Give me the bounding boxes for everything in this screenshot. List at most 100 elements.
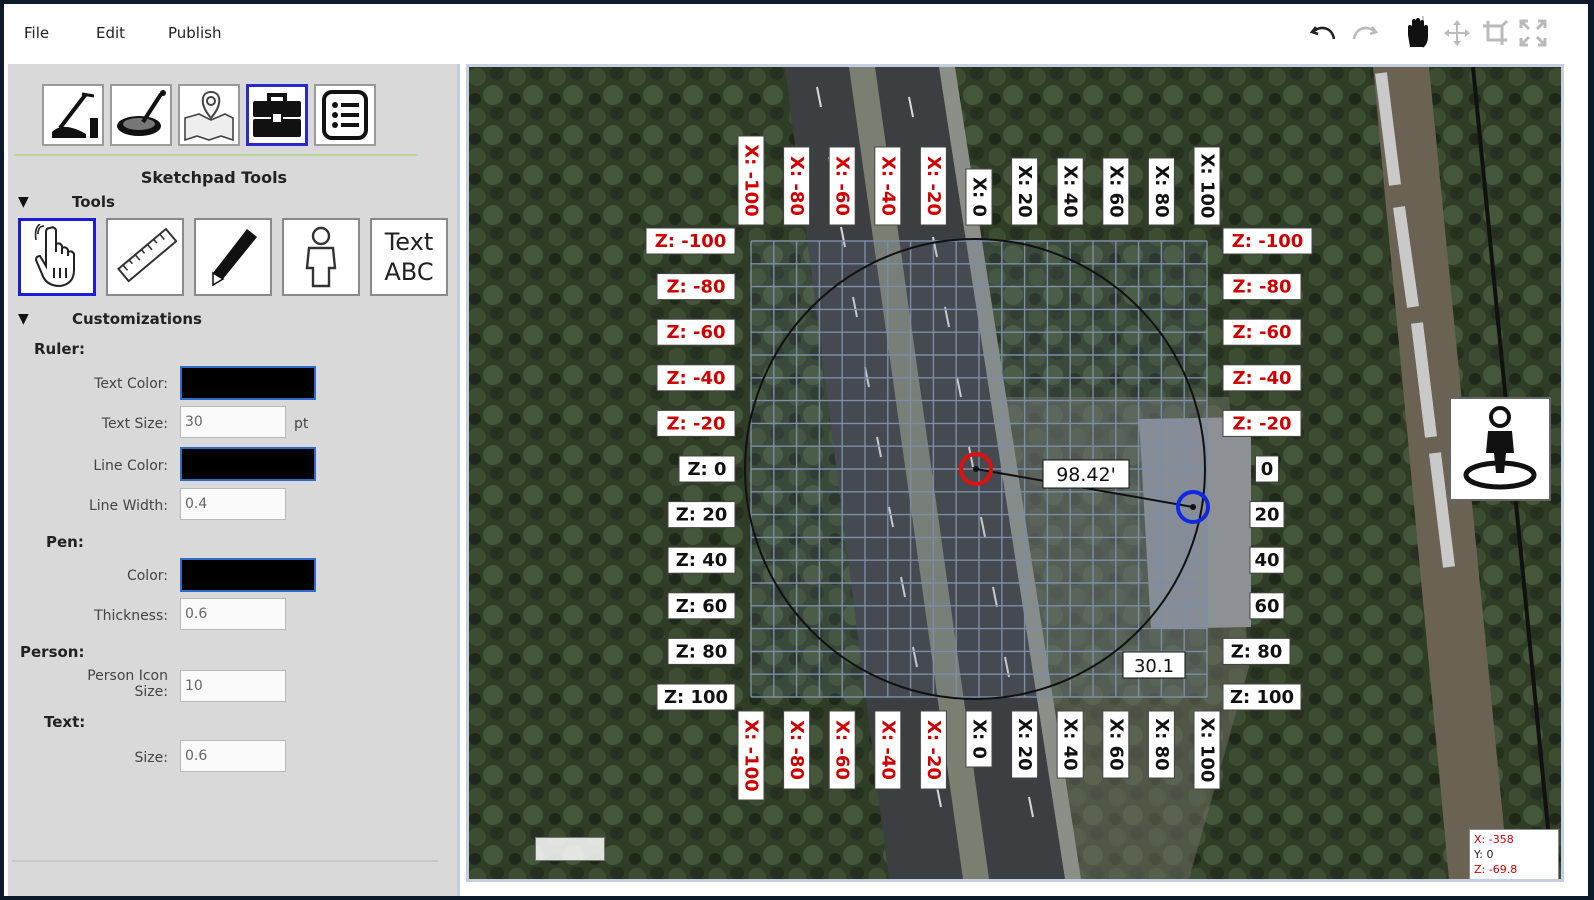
x-axis-label-top: X: -60 — [828, 146, 856, 226]
x-axis-label-top: X: 0 — [965, 168, 993, 226]
svg-text:X: -20: X: -20 — [923, 720, 944, 780]
evidence-marker-icon[interactable] — [110, 84, 172, 146]
z-axis-label-right: Z: -60 — [1222, 318, 1302, 346]
svg-text:Z: -100: Z: -100 — [1232, 231, 1304, 252]
panel-bottom-divider — [12, 860, 438, 862]
svg-text:Z: 60: Z: 60 — [676, 596, 728, 617]
x-axis-label-bottom: X: -60 — [828, 710, 856, 790]
menu-bar: File Edit Publish — [4, 4, 1588, 60]
z-axis-label-right: Z: 80 — [1222, 637, 1291, 665]
hand-pan-icon[interactable] — [1402, 18, 1432, 48]
person-group-label: Person: — [20, 643, 85, 661]
x-axis-label-top: X: 20 — [1011, 157, 1039, 226]
map-pin-icon[interactable] — [178, 84, 240, 146]
svg-text:20: 20 — [1254, 505, 1279, 526]
text-group-label: Text: — [44, 713, 86, 731]
fullscreen-icon[interactable] — [1518, 18, 1548, 48]
pen-color-swatch[interactable] — [180, 558, 316, 592]
svg-text:X: 20: X: 20 — [1014, 718, 1035, 770]
z-axis-label-right: Z: -80 — [1222, 273, 1302, 301]
svg-text:X: 60: X: 60 — [1105, 718, 1126, 770]
svg-text:X: 20: X: 20 — [1014, 165, 1035, 217]
svg-text:X: 60: X: 60 — [1105, 165, 1126, 217]
customizations-collapse-icon[interactable]: ▼ — [18, 311, 29, 327]
list-icon[interactable] — [314, 84, 376, 146]
z-axis-label-left: Z: 20 — [667, 501, 736, 529]
ruler-line-width-input[interactable] — [180, 488, 286, 520]
move-arrows-icon[interactable] — [1442, 18, 1472, 48]
toolbox-icon[interactable] — [246, 84, 308, 146]
x-axis-label-bottom: X: 20 — [1011, 710, 1039, 779]
svg-text:X: 100: X: 100 — [1197, 718, 1218, 783]
panel-title: Sketchpad Tools — [140, 168, 288, 187]
svg-text:98.42': 98.42' — [1056, 464, 1116, 486]
text-tool-button[interactable]: Text ABC — [370, 218, 448, 296]
ruler-text-color-swatch[interactable] — [180, 366, 316, 400]
svg-text:X: -40: X: -40 — [877, 720, 898, 780]
x-axis-label-bottom: X: 80 — [1147, 710, 1175, 779]
z-axis-label-left: Z: 60 — [667, 592, 736, 620]
svg-text:X: -80: X: -80 — [786, 156, 807, 216]
svg-text:40: 40 — [1254, 550, 1279, 571]
readout-y: Y: 0 — [1474, 848, 1494, 861]
person-icon-size-label: Person Icon Size: — [87, 668, 168, 700]
z-axis-label-right: Z: -100 — [1222, 227, 1313, 255]
svg-text:X: 80: X: 80 — [1151, 165, 1172, 217]
svg-text:X: -80: X: -80 — [786, 720, 807, 780]
x-axis-label-top: X: -40 — [874, 146, 902, 226]
svg-text:Z: -20: Z: -20 — [1232, 413, 1291, 434]
panel-divider — [14, 154, 418, 156]
ruler-line-color-swatch[interactable] — [180, 447, 316, 481]
z-axis-label-right: 20 — [1249, 501, 1285, 529]
svg-text:Z: 0: Z: 0 — [687, 459, 726, 480]
svg-text:X: 40: X: 40 — [1060, 165, 1081, 217]
x-axis-label-bottom: X: 60 — [1102, 710, 1130, 779]
tools-collapse-icon[interactable]: ▼ — [18, 194, 29, 210]
svg-text:X: -40: X: -40 — [877, 156, 898, 216]
svg-text:X: 80: X: 80 — [1151, 718, 1172, 770]
crop-icon[interactable] — [1480, 18, 1510, 48]
customizations-section-title[interactable]: Customizations — [72, 310, 202, 328]
map-canvas[interactable]: X: -100 X: -100 X: -80 X: -80 X: -60 X: -60 X:… — [466, 64, 1564, 882]
ruler-text-color-label: Text Color: — [94, 376, 168, 392]
pen-color-label: Color: — [126, 568, 168, 584]
text-size-label: Size: — [134, 750, 168, 766]
x-axis-label-top: X: 40 — [1056, 157, 1084, 226]
sketchpad-panel: Sketchpad Tools ▼ Tools Text ABC ▼ Custo… — [8, 64, 460, 896]
ruler-measurement-label: 98.42' — [1042, 459, 1130, 489]
redo-icon[interactable] — [1349, 18, 1379, 48]
menu-file[interactable]: File — [24, 24, 49, 42]
pen-thickness-input[interactable] — [180, 598, 286, 630]
ruler-icon[interactable] — [106, 218, 184, 296]
pointer-hand-icon[interactable] — [18, 218, 96, 296]
z-axis-label-left: Z: -40 — [656, 364, 736, 392]
crime-scene-icon[interactable] — [42, 84, 104, 146]
z-axis-label-left: Z: -20 — [656, 409, 736, 437]
x-axis-label-top: X: 100 — [1193, 146, 1221, 226]
svg-text:Z: 40: Z: 40 — [676, 550, 728, 571]
tools-section-title[interactable]: Tools — [72, 193, 115, 211]
x-axis-label-bottom: X: 0 — [965, 710, 993, 768]
map-surface[interactable]: X: -100 X: -100 X: -80 X: -80 X: -60 X: -60 X:… — [469, 67, 1561, 879]
person-icon-size-input[interactable] — [180, 670, 286, 702]
svg-text:X: 40: X: 40 — [1060, 718, 1081, 770]
ruler-group-label: Ruler: — [34, 340, 85, 358]
svg-text:Z: 80: Z: 80 — [676, 641, 728, 662]
svg-text:X: 100: X: 100 — [1197, 154, 1218, 219]
svg-text:30.1: 30.1 — [1134, 656, 1174, 677]
menu-publish[interactable]: Publish — [168, 24, 221, 42]
menu-edit[interactable]: Edit — [96, 24, 125, 42]
app-window: File Edit Publish Sketchpad Tools ▼ Tool… — [4, 4, 1588, 896]
text-tool-label: Text ABC — [384, 228, 434, 286]
svg-text:Z: -60: Z: -60 — [666, 322, 725, 343]
pencil-icon[interactable] — [194, 218, 272, 296]
ruler-text-size-input[interactable] — [180, 406, 286, 438]
text-size-input[interactable] — [180, 740, 286, 772]
z-axis-label-right: Z: -40 — [1222, 364, 1302, 392]
svg-text:X: -100: X: -100 — [741, 144, 762, 216]
undo-icon[interactable] — [1309, 18, 1339, 48]
person-location-icon[interactable] — [1449, 397, 1551, 501]
z-axis-label-right: 40 — [1249, 546, 1285, 574]
svg-text:Z: 80: Z: 80 — [1231, 641, 1283, 662]
person-icon[interactable] — [282, 218, 360, 296]
